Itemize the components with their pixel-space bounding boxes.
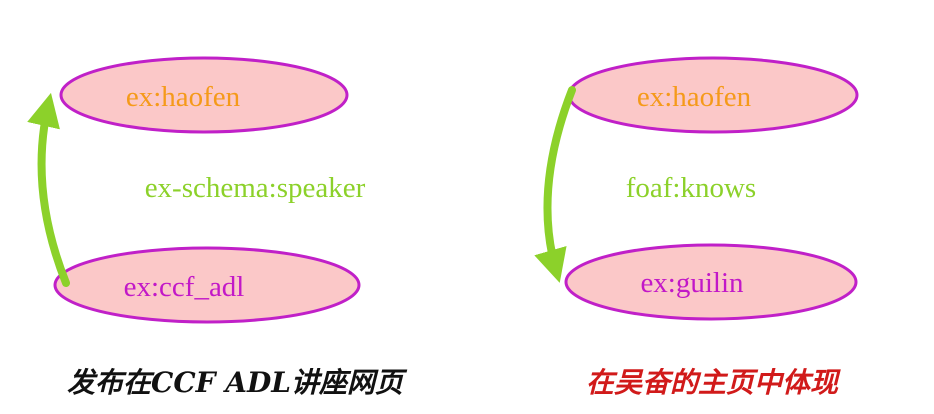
right-bottom-node-label: ex:guilin: [640, 267, 744, 299]
left-graph: ex:haofen ex:ccf_adl ex-schema:speaker 发…: [27, 56, 408, 399]
right-edge-label: foaf:knows: [626, 172, 756, 204]
left-caption: 发布在CCF ADL讲座网页: [67, 366, 408, 399]
right-edge-arrow: [534, 86, 576, 283]
left-edge-arrow: [27, 92, 70, 287]
left-edge-label: ex-schema:speaker: [145, 172, 366, 204]
left-top-node-label: ex:haofen: [126, 81, 241, 113]
right-graph: ex:haofen ex:guilin foaf:knows 在吴奋的主页中体现: [534, 56, 859, 399]
right-caption: 在吴奋的主页中体现: [586, 366, 841, 399]
left-bottom-node-label: ex:ccf_adl: [124, 271, 245, 303]
right-top-node-label: ex:haofen: [637, 81, 752, 113]
rdf-comparison-diagram: ex:haofen ex:ccf_adl ex-schema:speaker 发…: [27, 56, 859, 399]
